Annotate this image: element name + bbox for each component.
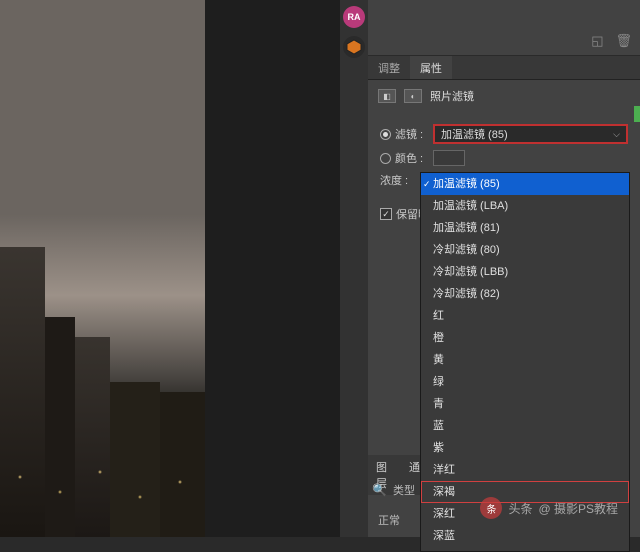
blend-mode-select[interactable]: 正常 [378, 512, 400, 528]
dropdown-option[interactable]: 冷却滤镜 (LBB) [421, 261, 629, 283]
panel-tabs: 调整 属性 [368, 56, 640, 80]
icon-strip: RA [340, 0, 368, 537]
dropdown-option[interactable]: 红 [421, 305, 629, 327]
color-indicator [634, 106, 640, 122]
watermark-prefix: 头条 [508, 500, 532, 517]
tab-adjustments[interactable]: 调整 [368, 56, 410, 79]
dropdown-option[interactable]: 加温滤镜 (85) [421, 173, 629, 195]
dropdown-option[interactable]: 绿 [421, 371, 629, 393]
dropdown-option[interactable]: 冷却滤镜 (80) [421, 239, 629, 261]
fx-plugin-icon[interactable] [343, 36, 365, 58]
filter-select[interactable]: 加温滤镜 (85) ⌵ [433, 124, 628, 144]
watermark-text: @ 摄影PS教程 [538, 500, 618, 517]
layer-search-row: 🔍 类型 [372, 482, 415, 498]
dropdown-option[interactable]: 黄 [421, 349, 629, 371]
collapse-icon[interactable]: ◱ [591, 33, 603, 49]
search-icon[interactable]: 🔍 [372, 483, 387, 497]
dropdown-option[interactable]: 加温滤镜 (LBA) [421, 195, 629, 217]
color-label: 颜色 : [395, 150, 429, 166]
tab-properties[interactable]: 属性 [410, 56, 452, 79]
preserve-luminosity-checkbox[interactable]: ✓ [380, 208, 392, 220]
filter-label: 滤镜 : [395, 126, 429, 142]
dropdown-option[interactable]: 冷却滤镜 (82) [421, 283, 629, 305]
adjustment-title: 照片滤镜 [430, 88, 474, 104]
adjustment-layer-icon: ◧ [378, 89, 396, 103]
dropdown-option[interactable]: 橙 [421, 327, 629, 349]
canvas-area[interactable] [0, 0, 205, 537]
dropdown-option[interactable]: 深祖母绿 [421, 547, 629, 552]
color-swatch[interactable] [433, 150, 465, 166]
dropdown-option[interactable]: 深蓝 [421, 525, 629, 547]
filter-radio[interactable] [380, 129, 391, 140]
document-photo [0, 0, 205, 537]
watermark-logo-icon: 条 [480, 497, 502, 519]
chevron-down-icon: ⌵ [613, 129, 620, 140]
dropdown-option[interactable]: 加温滤镜 (81) [421, 217, 629, 239]
ra-plugin-icon[interactable]: RA [343, 6, 365, 28]
density-label: 浓度 : [380, 172, 414, 188]
mask-icon[interactable]: ◐ [404, 89, 422, 103]
workspace-background [205, 0, 340, 537]
trash-icon[interactable]: 🗑 [615, 33, 632, 49]
dropdown-option[interactable]: 青 [421, 393, 629, 415]
filter-type-label[interactable]: 类型 [393, 482, 415, 498]
city-lights [0, 447, 205, 527]
dropdown-option[interactable]: 蓝 [421, 415, 629, 437]
color-radio[interactable] [380, 153, 391, 164]
properties-header: ◧ ◐ 照片滤镜 [368, 80, 640, 112]
panel-top-bar: ◱ 🗑 [368, 0, 640, 56]
filter-select-value: 加温滤镜 (85) [441, 126, 508, 142]
dropdown-option[interactable]: 紫 [421, 437, 629, 459]
dropdown-option[interactable]: 洋红 [421, 459, 629, 481]
watermark: 条 头条 @ 摄影PS教程 [480, 497, 618, 519]
filter-dropdown[interactable]: 加温滤镜 (85)加温滤镜 (LBA)加温滤镜 (81)冷却滤镜 (80)冷却滤… [420, 172, 630, 552]
